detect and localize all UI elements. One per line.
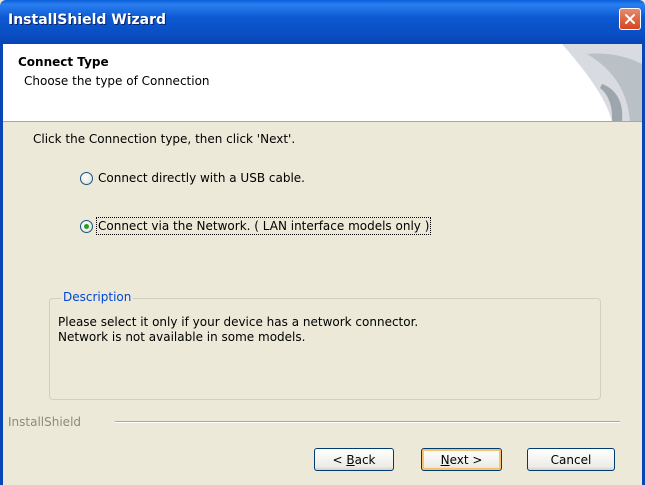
wizard-logo-graphic	[562, 44, 642, 121]
network-option-label[interactable]: Connect via the Network. ( LAN interface…	[95, 217, 432, 235]
description-line-2: Network is not available in some models.	[58, 330, 306, 344]
dialog-body: Connect Type Choose the type of Connecti…	[0, 44, 645, 485]
network-radio[interactable]	[80, 219, 93, 233]
back-rest: ack	[354, 452, 376, 467]
close-button[interactable]	[619, 8, 641, 30]
next-rest: ext >	[449, 452, 483, 467]
wizard-header: Connect Type Choose the type of Connecti…	[3, 44, 642, 122]
brand-divider	[115, 421, 620, 423]
page-title: Connect Type	[18, 55, 109, 69]
back-accel: B	[346, 452, 355, 467]
radio-selected-dot	[84, 223, 89, 229]
window-title: InstallShield Wizard	[8, 12, 167, 28]
instruction-text: Click the Connection type, then click 'N…	[33, 132, 296, 146]
description-legend: Description	[61, 290, 134, 304]
network-option[interactable]: Connect via the Network. ( LAN interface…	[80, 217, 432, 235]
page-subtitle: Choose the type of Connection	[24, 74, 210, 88]
brand-label: InstallShield	[8, 415, 88, 429]
next-button[interactable]: Next >	[421, 448, 502, 471]
description-group	[49, 298, 601, 400]
description-text: Please select it only if your device has…	[58, 315, 418, 345]
back-prefix: <	[332, 452, 347, 467]
title-bar[interactable]: InstallShield Wizard	[0, 0, 645, 44]
next-accel: N	[440, 452, 450, 467]
usb-radio[interactable]	[80, 171, 93, 185]
back-button[interactable]: < Back	[314, 448, 394, 471]
usb-option-label[interactable]: Connect directly with a USB cable.	[98, 171, 305, 185]
close-icon	[625, 14, 635, 24]
usb-option[interactable]: Connect directly with a USB cable.	[80, 171, 305, 185]
description-line-1: Please select it only if your device has…	[58, 315, 419, 329]
cancel-button[interactable]: Cancel	[527, 448, 615, 471]
